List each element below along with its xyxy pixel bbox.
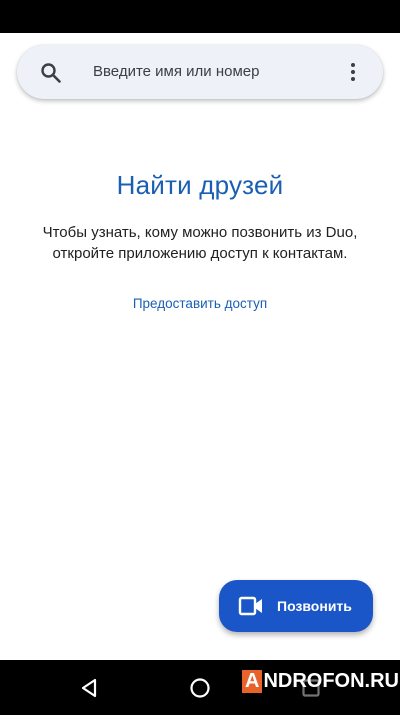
search-icon[interactable] [39,61,63,85]
watermark-logo: A NDROFON.RU [242,665,400,697]
page-title: Найти друзей [116,170,284,200]
videocam-icon [238,596,262,616]
back-triangle-icon[interactable] [78,677,100,699]
grant-access-link[interactable]: Предоставить доступ [0,296,400,311]
more-vert-icon[interactable] [341,60,365,84]
watermark-text: NDROFON.RU [263,669,399,692]
watermark-first-letter: A [242,669,263,693]
search-input[interactable]: Введите имя или номер [93,45,259,99]
search-bar[interactable]: Введите имя или номер [17,45,383,99]
call-button-label: Позвонить [277,598,352,614]
permission-description: Чтобы узнать, кому можно позвонить из Du… [42,224,358,262]
call-button[interactable]: Позвонить [219,580,373,632]
home-circle-icon[interactable] [189,677,211,699]
status-bar [0,0,400,33]
